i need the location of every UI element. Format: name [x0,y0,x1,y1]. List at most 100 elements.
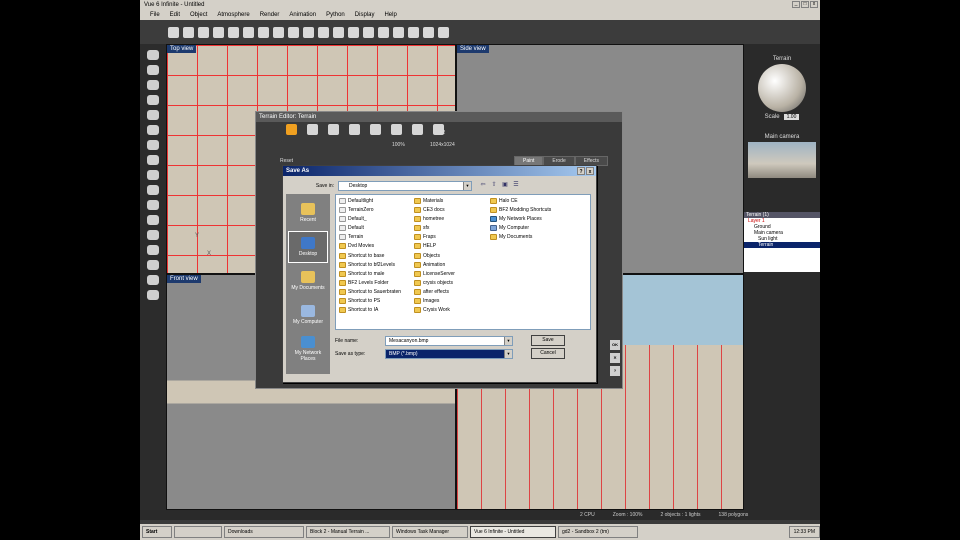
menu-object[interactable]: Object [190,12,207,18]
taskbar-item-block2[interactable]: Block 2 - Manual Terrain ... [306,526,390,538]
save-icon[interactable] [198,26,209,38]
brush-icon[interactable] [286,124,297,135]
terrain-icon[interactable] [147,95,159,105]
list-item[interactable]: Halo CE [490,197,551,205]
plant-icon[interactable] [147,110,159,120]
list-item[interactable]: HELP [414,242,455,250]
list-item[interactable]: Shortcut to Sauerbraten [339,288,401,296]
list-item[interactable]: Terrain [339,233,401,241]
list-item[interactable]: Images [414,297,455,305]
list-item[interactable]: My Network Places [490,215,551,223]
save-type-dropdown[interactable]: BMP (*.bmp) ▼ [385,349,513,359]
menu-animation[interactable]: Animation [289,12,316,18]
help-icon[interactable]: ? [610,366,620,376]
place-recent[interactable]: Recent [288,197,328,229]
file-list[interactable]: Defaultlight TerrainZero Default_ Defaul… [335,194,591,330]
start-button[interactable]: Start [142,526,172,538]
place-my-computer[interactable]: My Computer [288,299,328,331]
list-item[interactable]: Shortcut to base [339,252,401,260]
water-icon[interactable] [147,140,159,150]
up-folder-icon[interactable]: ⇧ [490,181,498,189]
cut-icon[interactable] [213,26,224,38]
reset-label[interactable]: Reset [280,158,293,164]
taskbar-item-task-manager[interactable]: Windows Task Manager [392,526,468,538]
place-my-documents[interactable]: My Documents [288,265,328,297]
boolean-icon[interactable] [147,215,159,225]
cloud-icon[interactable] [288,26,299,38]
new-folder-icon[interactable]: ▣ [501,181,509,189]
open-icon[interactable] [183,26,194,38]
new-icon[interactable] [168,26,179,38]
list-item[interactable]: My Documents [490,233,551,241]
move-icon[interactable] [348,26,359,38]
menu-edit[interactable]: Edit [170,12,180,18]
dialog-close-button[interactable]: x [586,167,594,175]
list-item[interactable]: Materials [414,197,455,205]
camera-preview[interactable] [748,142,816,178]
list-item[interactable]: hometree [414,215,455,223]
minimize-button[interactable]: _ [792,1,800,8]
group-icon[interactable] [147,230,159,240]
list-item[interactable]: Shortcut to PS [339,297,401,305]
place-network[interactable]: My Network Places [288,333,328,365]
ecosystem-icon[interactable] [147,245,159,255]
film-icon[interactable] [423,26,434,38]
scale-icon[interactable] [378,26,389,38]
list-item[interactable]: BF2 Modding Shortcuts [490,206,551,214]
grid-icon[interactable] [412,124,423,135]
tree-item[interactable]: Terrain [744,242,820,248]
menu-file[interactable]: File [150,12,160,18]
symmetry-icon[interactable] [147,275,159,285]
list-item[interactable]: Dvd Movies [339,242,401,250]
list-item[interactable]: Default_ [339,215,401,223]
list-item[interactable]: sfx [414,224,455,232]
sun-icon[interactable] [303,26,314,38]
camera-add-icon[interactable] [147,185,159,195]
list-item[interactable]: Default [339,224,401,232]
list-item[interactable]: LicenseServer [414,270,455,278]
cancel-icon[interactable]: ✕ [610,353,620,363]
list-item[interactable]: My Computer [490,224,551,232]
save-button[interactable]: Save [531,335,565,346]
zoom-in-icon[interactable] [349,124,360,135]
list-item[interactable]: Objects [414,252,455,260]
redo-icon[interactable] [273,26,284,38]
list-item[interactable]: TerrainZero [339,206,401,214]
material-sphere[interactable] [758,64,806,112]
place-desktop[interactable]: Desktop [288,231,328,263]
list-item[interactable]: Crysis Work [414,306,455,314]
quicklaunch-icons[interactable] [174,526,222,538]
menu-render[interactable]: Render [260,12,280,18]
scale-field[interactable]: 1.00 [783,114,800,120]
menu-python[interactable]: Python [326,12,345,18]
taskbar-item-sandbox[interactable]: gd2 - Sandbox 2 (tm) [558,526,638,538]
list-item[interactable]: Animation [414,261,455,269]
taskbar-item-vue[interactable]: Vue 6 Infinite - Untitled [470,526,556,538]
link-icon[interactable] [393,26,404,38]
list-item[interactable]: BF2 Levels Folder [339,279,401,287]
render-icon[interactable] [318,26,329,38]
cube-icon[interactable] [147,65,159,75]
copy-icon[interactable] [228,26,239,38]
list-item[interactable]: Defaultlight [339,197,401,205]
list-item[interactable]: CE3 docs [414,206,455,214]
globe-icon[interactable] [438,26,449,38]
sphere-icon[interactable] [147,50,159,60]
rock-icon[interactable] [147,125,159,135]
menu-atmosphere[interactable]: Atmosphere [217,12,249,18]
list-item[interactable]: crysis objects [414,279,455,287]
text-icon[interactable] [147,80,159,90]
dialog-help-button[interactable]: ? [577,167,585,175]
light-icon[interactable] [147,170,159,180]
list-item[interactable]: Shortcut to male [339,270,401,278]
color-icon[interactable] [333,26,344,38]
list-item[interactable]: after effects [414,288,455,296]
cancel-button[interactable]: Cancel [531,348,565,359]
undo-icon[interactable] [258,26,269,38]
list-item[interactable]: Fraps [414,233,455,241]
display-icon[interactable] [147,290,159,300]
taskbar-item-downloads[interactable]: Downloads [224,526,304,538]
menu-help[interactable]: Help [384,12,396,18]
view-menu-icon[interactable]: ☰ [512,181,520,189]
paste-icon[interactable] [243,26,254,38]
